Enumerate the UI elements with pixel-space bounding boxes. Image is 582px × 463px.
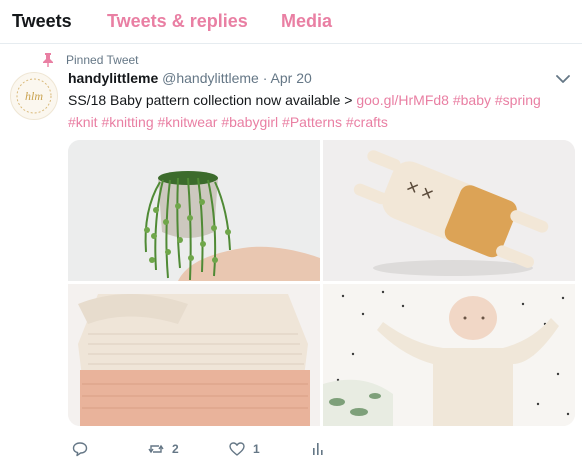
reply-button[interactable] bbox=[72, 441, 96, 457]
tab-tweets-and-replies[interactable]: Tweets & replies bbox=[107, 11, 248, 32]
baby-photo-image bbox=[323, 284, 575, 426]
hashtag-link[interactable]: #baby bbox=[453, 92, 491, 108]
pinned-tweet-label: Pinned Tweet bbox=[66, 53, 139, 67]
pin-icon bbox=[43, 53, 53, 67]
tweet-actions: 2 1 bbox=[68, 441, 368, 457]
hashtag-link[interactable]: #spring bbox=[495, 92, 541, 108]
heart-icon bbox=[229, 442, 245, 456]
tab-media[interactable]: Media bbox=[281, 11, 332, 32]
avatar-text: hlm bbox=[25, 89, 43, 103]
like-count: 1 bbox=[253, 442, 260, 456]
tweet-media-grid bbox=[68, 140, 575, 426]
tweet-link[interactable]: goo.gl/HrMFd8 bbox=[356, 92, 449, 108]
profile-tabs: Tweets Tweets & replies Media bbox=[0, 0, 582, 44]
knitted-sweater-image bbox=[68, 284, 320, 426]
tab-tweets[interactable]: Tweets bbox=[12, 11, 72, 32]
media-photo-2[interactable] bbox=[323, 140, 575, 281]
tweet-text-line-2: #knit #knitting #knitwear #babygirl #Pat… bbox=[68, 114, 388, 130]
hashtag-link[interactable]: #knitting bbox=[101, 114, 153, 130]
author-handle[interactable]: @handylittleme bbox=[162, 70, 259, 86]
retweet-button[interactable]: 2 bbox=[148, 441, 179, 457]
reply-icon bbox=[72, 442, 88, 457]
tweet-text-line-1: SS/18 Baby pattern collection now availa… bbox=[68, 92, 541, 108]
plant-pot-image bbox=[68, 140, 320, 281]
tweet-header: handylittleme @handylittleme · Apr 20 bbox=[68, 70, 312, 86]
tweet-date[interactable]: Apr 20 bbox=[271, 70, 312, 86]
author-name[interactable]: handylittleme bbox=[68, 70, 158, 86]
chevron-down-icon[interactable] bbox=[556, 74, 570, 84]
separator-dot: · bbox=[262, 70, 268, 86]
analytics-button[interactable] bbox=[310, 441, 326, 457]
media-photo-4[interactable] bbox=[323, 284, 575, 426]
media-photo-3[interactable] bbox=[68, 284, 320, 426]
retweet-icon bbox=[148, 444, 164, 454]
hashtag-link[interactable]: #babygirl bbox=[221, 114, 278, 130]
pinned-indicator: Pinned Tweet bbox=[42, 53, 139, 67]
knitted-toy-image bbox=[323, 140, 575, 281]
avatar[interactable]: hlm bbox=[10, 72, 58, 120]
hashtag-link[interactable]: #Patterns bbox=[282, 114, 342, 130]
like-button[interactable]: 1 bbox=[229, 441, 260, 457]
retweet-count: 2 bbox=[172, 442, 179, 456]
media-photo-1[interactable] bbox=[68, 140, 320, 281]
tweet-text: SS/18 Baby pattern collection now availa… bbox=[68, 92, 353, 108]
hashtag-link[interactable]: #knitwear bbox=[158, 114, 218, 130]
analytics-icon bbox=[313, 443, 323, 455]
avatar-logo-icon: hlm bbox=[16, 78, 52, 114]
hashtag-link[interactable]: #knit bbox=[68, 114, 98, 130]
hashtag-link[interactable]: #crafts bbox=[346, 114, 388, 130]
